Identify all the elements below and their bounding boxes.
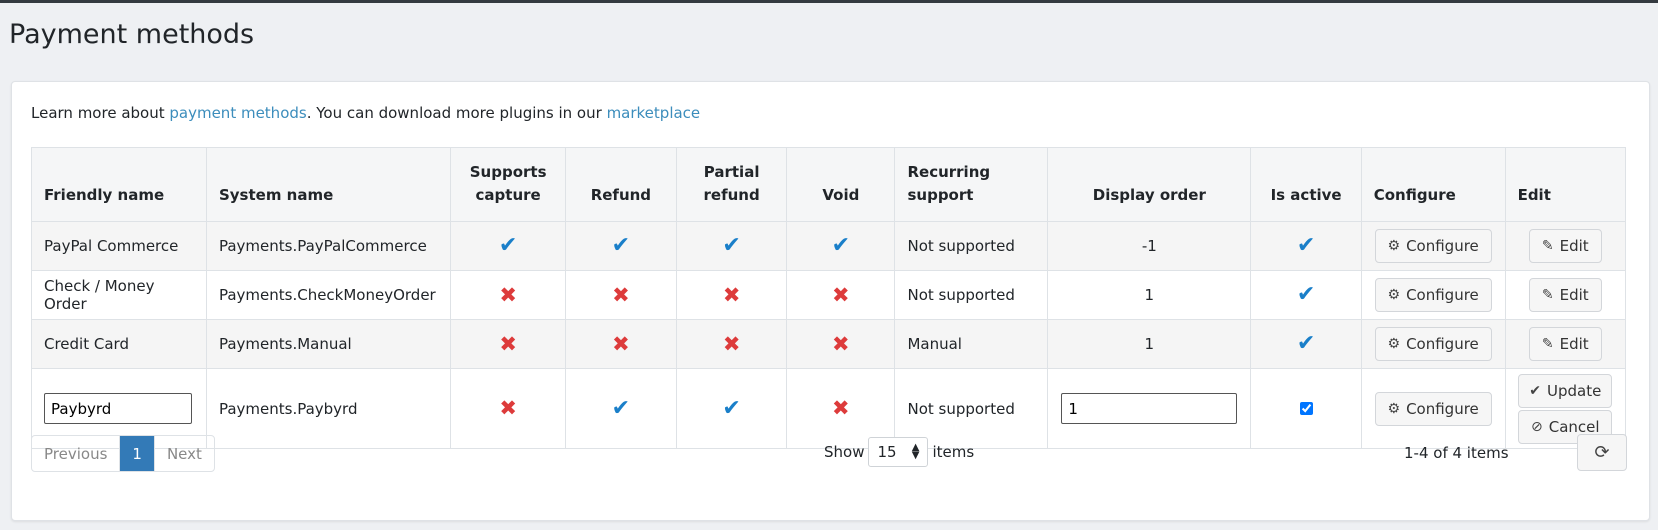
cross-icon: ✖	[499, 282, 517, 307]
cross-icon: ✖	[832, 282, 850, 307]
cross-icon: ✖	[722, 282, 741, 307]
items-count: 1-4 of 4 items	[1404, 444, 1509, 462]
gear-icon: ⚙	[1387, 336, 1401, 352]
configure-button[interactable]: ⚙ Configure	[1374, 391, 1492, 426]
page-title: Payment methods	[9, 19, 255, 50]
col-refund[interactable]: Refund	[564, 147, 678, 222]
refresh-button[interactable]: ⟳	[1577, 434, 1627, 471]
display-order-cell: 1	[1047, 270, 1252, 320]
friendly-name-cell: PayPal Commerce	[31, 221, 207, 271]
check-icon: ✔	[1296, 233, 1316, 258]
check-icon: ✔	[722, 233, 741, 258]
configure-button[interactable]: ⚙ Configure	[1374, 278, 1492, 312]
system-name-cell: Payments.Manual	[205, 319, 452, 369]
col-system-name[interactable]: System name	[205, 147, 452, 222]
update-button[interactable]: ✔ Update	[1518, 373, 1613, 408]
table-row: Check / Money Order Payments.CheckMoneyOr…	[31, 270, 1627, 320]
col-recurring-support[interactable]: Recurring support	[894, 147, 1049, 222]
ban-icon: ⊘	[1531, 418, 1543, 435]
system-name-cell: Payments.PayPalCommerce	[205, 221, 452, 271]
friendly-name-cell: Credit Card	[31, 319, 207, 369]
display-order-cell: -1	[1047, 221, 1252, 271]
cross-icon: ✖	[499, 331, 517, 356]
gear-icon: ⚙	[1387, 238, 1401, 254]
payment-methods-table: Friendly name System name Supports captu…	[31, 147, 1627, 449]
page-size-control: Show 15 ▲ ▼ items	[824, 437, 974, 467]
check-icon: ✔	[722, 395, 741, 421]
col-edit: Edit	[1504, 147, 1627, 222]
cross-icon: ✖	[612, 282, 630, 307]
friendly-name-cell: Check / Money Order	[31, 270, 207, 320]
page-size-select[interactable]: 15 ▲ ▼	[868, 437, 929, 467]
table-header: Friendly name System name Supports captu…	[31, 147, 1627, 222]
pagination: Previous 1 Next	[31, 435, 215, 472]
col-configure: Configure	[1360, 147, 1506, 222]
pager-next[interactable]: Next	[155, 436, 214, 471]
payment-methods-link[interactable]: payment methods	[169, 104, 306, 122]
col-friendly-name[interactable]: Friendly name	[31, 147, 207, 222]
pencil-icon: ✎	[1541, 287, 1554, 303]
system-name-cell: Payments.Paybyrd	[205, 368, 452, 449]
pencil-icon: ✎	[1541, 336, 1554, 352]
table-row: Credit Card Payments.Manual ✖ ✖ ✖ ✖ Manual 1 ✔ ⚙ C…	[31, 319, 1627, 369]
is-active-checkbox[interactable]	[1300, 401, 1314, 415]
cross-icon: ✖	[722, 331, 741, 356]
edit-button[interactable]: ✎ Edit	[1528, 278, 1602, 312]
payment-methods-card: Learn more about payment methods. You ca…	[11, 81, 1650, 521]
col-is-active[interactable]: Is active	[1250, 147, 1362, 222]
check-icon: ✔	[831, 233, 851, 258]
sort-arrows-icon: ▲ ▼	[911, 442, 920, 461]
pager-previous[interactable]: Previous	[32, 436, 121, 471]
pager-page-1[interactable]: 1	[120, 436, 155, 471]
friendly-name-input[interactable]	[44, 393, 192, 424]
cross-icon: ✖	[499, 396, 517, 420]
col-void[interactable]: Void	[786, 147, 896, 222]
configure-button[interactable]: ⚙ Configure	[1374, 327, 1492, 361]
cross-icon: ✖	[832, 396, 850, 420]
col-partial-refund[interactable]: Partial refund	[676, 147, 788, 222]
recurring-cell: Not supported	[894, 270, 1049, 320]
cross-icon: ✖	[832, 331, 850, 356]
gear-icon: ⚙	[1387, 400, 1401, 417]
display-order-input[interactable]	[1061, 393, 1238, 424]
pencil-icon: ✎	[1541, 238, 1554, 254]
recurring-cell: Manual	[894, 319, 1049, 369]
cross-icon: ✖	[612, 331, 630, 356]
check-icon: ✔	[498, 233, 518, 258]
table-row: PayPal Commerce Payments.PayPalCommerce ✔ ✔…	[31, 221, 1627, 271]
display-order-cell: 1	[1047, 319, 1252, 369]
check-icon: ✔	[1529, 382, 1541, 399]
refresh-icon: ⟳	[1594, 442, 1610, 463]
edit-button[interactable]: ✎ Edit	[1528, 229, 1602, 263]
marketplace-link[interactable]: marketplace	[607, 104, 701, 122]
edit-button[interactable]: ✎ Edit	[1528, 327, 1602, 361]
check-icon: ✔	[1296, 282, 1316, 307]
check-icon: ✔	[611, 233, 631, 258]
check-icon: ✔	[1296, 331, 1316, 356]
intro-text: Learn more about payment methods. You ca…	[31, 104, 701, 122]
col-supports-capture[interactable]: Supports capture	[450, 147, 566, 222]
recurring-cell: Not supported	[894, 221, 1049, 271]
configure-button[interactable]: ⚙ Configure	[1374, 229, 1492, 263]
col-display-order[interactable]: Display order	[1047, 147, 1252, 222]
system-name-cell: Payments.CheckMoneyOrder	[205, 270, 452, 320]
gear-icon: ⚙	[1387, 287, 1401, 303]
check-icon: ✔	[611, 395, 631, 421]
